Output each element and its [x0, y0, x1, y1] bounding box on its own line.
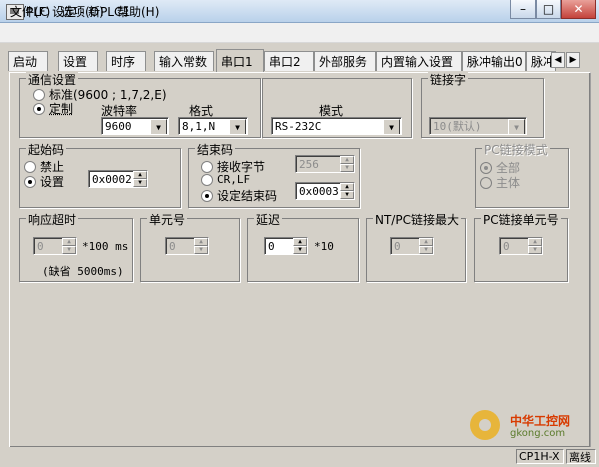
mode-value: RS-232C: [275, 119, 322, 133]
response-timeout-spin-buttons[interactable]: ▲ ▼: [62, 238, 76, 254]
tab-strip: 启动 设置 时序 输入常数 串口1 串口2 外部服务 内置输入设置 脉冲输出0 …: [8, 49, 594, 73]
pc-link-unit-number-value: 0: [503, 239, 510, 253]
link-word-label: 链接字: [428, 71, 469, 88]
radio-custom-indicator: [33, 102, 45, 115]
radio-pc-link-all-indicator: [480, 161, 492, 174]
nt-pc-link-max-value: 0: [394, 239, 401, 253]
radio-set-end-code[interactable]: 设定结束码: [201, 187, 277, 204]
end-code-spin-buttons[interactable]: ▲ ▼: [340, 183, 354, 199]
maximize-button[interactable]: □: [536, 0, 561, 19]
watermark-url: gkong.com: [510, 428, 566, 439]
nt-pc-link-max-spinner[interactable]: 0 ▲ ▼: [390, 237, 434, 255]
response-timeout-unit: *100 ms: [82, 240, 129, 253]
radio-crlf-indicator: [201, 173, 213, 186]
start-code-label: 起始码: [26, 141, 67, 158]
pc-link-mode-label: PC链接模式: [482, 141, 550, 158]
response-timeout-label: 响应超时: [26, 211, 79, 228]
end-code-label: 结束码: [195, 141, 236, 158]
watermark-title: 中华工控网: [510, 414, 571, 428]
mode-dropdown-icon[interactable]: ▼: [383, 119, 400, 134]
delay-label: 延迟: [254, 211, 283, 228]
radio-pc-link-master-label: 主体: [496, 176, 521, 190]
start-code-spin-buttons[interactable]: ▲ ▼: [133, 171, 147, 187]
tab-serial-port-1[interactable]: 串口1: [216, 49, 264, 72]
pc-link-unit-number-label: PC链接单元号: [481, 211, 561, 228]
unit-number-spinner[interactable]: 0 ▲ ▼: [165, 237, 209, 255]
radio-set-end-code-indicator: [201, 189, 213, 202]
baud-rate-select[interactable]: 9600 ▼: [101, 117, 169, 135]
response-timeout-value: 0: [37, 239, 44, 253]
format-value: 8,1,N: [182, 119, 216, 133]
end-code-spinner[interactable]: 0x0003 ▲ ▼: [295, 182, 355, 200]
unit-number-value: 0: [169, 239, 176, 253]
tab-external-service[interactable]: 外部服务: [314, 51, 376, 71]
delay-unit: *10: [314, 240, 334, 253]
radio-standard-indicator: [33, 88, 45, 101]
pc-link-unit-number-spinner[interactable]: 0 ▲ ▼: [499, 237, 543, 255]
tab-startup[interactable]: 启动: [8, 51, 48, 71]
delay-spinner[interactable]: 0 ▲ ▼: [264, 237, 308, 255]
radio-start-set-label: 设置: [40, 175, 65, 189]
nt-pc-link-max-label: NT/PC链接最大: [373, 211, 461, 228]
format-dropdown-icon[interactable]: ▼: [229, 119, 246, 134]
tab-serial-port-2[interactable]: 串口2: [264, 51, 314, 71]
end-code-value: 0x0003: [299, 184, 339, 198]
radio-start-disable-indicator: [24, 160, 36, 173]
nt-pc-link-max-spin-buttons[interactable]: ▲ ▼: [419, 238, 433, 254]
status-model: CP1H-X: [516, 449, 564, 464]
radio-set-end-code-label: 设定结束码: [217, 189, 278, 203]
receive-bytes-spinner[interactable]: 256 ▲ ▼: [295, 155, 355, 173]
baud-rate-value: 9600: [105, 119, 132, 133]
link-word-select[interactable]: 10(默认) ▼: [429, 117, 527, 135]
delay-spin-buttons[interactable]: ▲ ▼: [293, 238, 307, 254]
unit-number-label: 单元号: [147, 211, 188, 228]
close-button[interactable]: ✕: [561, 0, 596, 19]
radio-start-set-indicator: [24, 175, 36, 188]
gear-icon: [470, 410, 500, 440]
tab-settings[interactable]: 设置: [58, 51, 98, 71]
baud-rate-dropdown-icon[interactable]: ▼: [150, 119, 167, 134]
tab-pulse-output-0[interactable]: 脉冲输出0: [462, 51, 526, 71]
unit-number-spin-buttons[interactable]: ▲ ▼: [194, 238, 208, 254]
radio-receive-bytes-indicator: [201, 160, 213, 173]
radio-pc-link-master-indicator: [480, 176, 492, 189]
radio-custom-label: 定制: [49, 102, 74, 116]
tab-input-constants[interactable]: 输入常数: [154, 51, 214, 71]
menu-options[interactable]: 选项(O): [61, 3, 104, 20]
status-connection: 离线: [566, 449, 596, 464]
minimize-button[interactable]: –: [510, 0, 536, 19]
mode-select[interactable]: RS-232C ▼: [271, 117, 402, 135]
response-timeout-default-note: (缺省 5000ms): [42, 265, 124, 278]
radio-custom[interactable]: 定制: [33, 100, 73, 117]
radio-pc-link-master[interactable]: 主体: [480, 174, 520, 191]
link-word-dropdown-icon[interactable]: ▼: [508, 119, 525, 134]
menu-bar: [0, 23, 599, 43]
radio-crlf-label: CR,LF: [217, 173, 251, 186]
tab-scroll-right-button[interactable]: ▶: [566, 52, 580, 68]
pc-link-unit-number-spin-buttons[interactable]: ▲ ▼: [528, 238, 542, 254]
start-code-value: 0x0002: [92, 172, 132, 186]
tab-timing[interactable]: 时序: [106, 51, 146, 71]
tab-builtin-input[interactable]: 内置输入设置: [376, 51, 462, 71]
watermark-logo: 中华工控网 gkong.com: [470, 410, 590, 446]
radio-start-set[interactable]: 设置: [24, 173, 64, 190]
response-timeout-spinner[interactable]: 0 ▲ ▼: [33, 237, 77, 255]
link-word-value: 10(默认): [433, 120, 482, 133]
radio-crlf[interactable]: CR,LF: [201, 173, 250, 186]
receive-bytes-spin-buttons[interactable]: ▲ ▼: [340, 156, 354, 172]
menu-file[interactable]: 文件(F): [10, 3, 50, 20]
receive-bytes-value: 256: [299, 157, 319, 171]
start-code-spinner[interactable]: 0x0002 ▲ ▼: [88, 170, 148, 188]
status-bar: [0, 447, 599, 467]
tab-scroll-left-button[interactable]: ◀: [551, 52, 565, 68]
format-select[interactable]: 8,1,N ▼: [178, 117, 248, 135]
menu-help[interactable]: 帮助(H): [117, 3, 159, 20]
delay-value: 0: [268, 239, 275, 253]
